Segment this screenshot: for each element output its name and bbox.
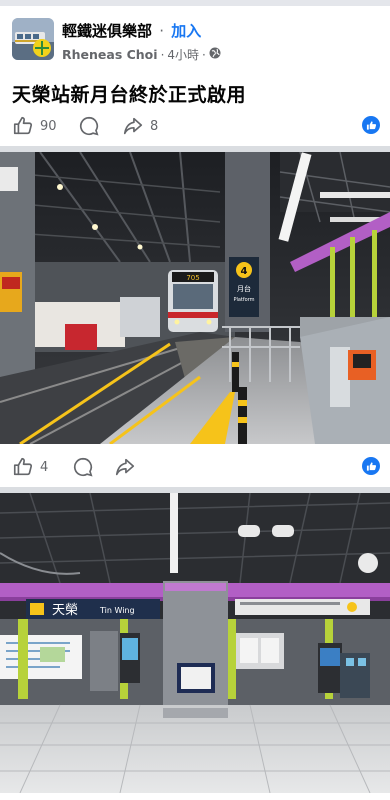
post-actions: 90 8 xyxy=(0,106,390,146)
reaction-like-icon[interactable] xyxy=(362,457,380,475)
like-count: 90 xyxy=(40,118,57,134)
group-name[interactable]: 輕鐵迷俱樂部 xyxy=(62,22,152,40)
tram-route-sign: 705 xyxy=(186,274,199,282)
post-photo-2[interactable]: 天榮 Tin Wing xyxy=(0,493,390,793)
share-icon xyxy=(114,456,136,478)
post-meta: Rheneas Choi · 4小時 · xyxy=(62,46,221,63)
like-action[interactable]: 90 xyxy=(12,106,57,146)
globe-icon xyxy=(209,47,221,62)
join-group-button[interactable]: 加入 xyxy=(171,22,201,40)
thumbs-up-icon xyxy=(12,456,34,478)
post-header: 輕鐵迷俱樂部 · 加入 Rheneas Choi · 4小時 · xyxy=(0,6,390,72)
photo-1-comment-action[interactable] xyxy=(72,447,94,487)
platform-number-sign: 4 xyxy=(241,266,248,277)
post-text: 天榮站新月台終於正式啟用 xyxy=(12,84,247,106)
comment-icon xyxy=(78,115,100,137)
comment-icon xyxy=(72,456,94,478)
group-title-line: 輕鐵迷俱樂部 · 加入 xyxy=(62,20,201,41)
author-name[interactable]: Rheneas Choi xyxy=(62,47,158,62)
separator-dot: · xyxy=(159,22,165,40)
platform-label-en: Platform xyxy=(233,297,254,303)
share-icon xyxy=(122,115,144,137)
station-name-cn: 天榮 xyxy=(52,603,78,618)
share-count: 8 xyxy=(150,118,159,134)
post-photo-1[interactable]: 705 4 月台 Platform xyxy=(0,152,390,444)
separator-dot-2: · xyxy=(202,47,206,62)
post-time[interactable]: 4小時 xyxy=(167,46,199,63)
reaction-like-icon[interactable] xyxy=(362,116,380,134)
comment-action[interactable] xyxy=(78,106,100,146)
share-action[interactable]: 8 xyxy=(122,106,158,146)
station-name-en: Tin Wing xyxy=(99,606,135,615)
photo-1-share-action[interactable] xyxy=(114,447,136,487)
platform-label-cn: 月台 xyxy=(237,284,251,293)
group-avatar[interactable] xyxy=(12,18,54,60)
thumbs-up-icon xyxy=(12,115,34,137)
photo-1-like-action[interactable]: 4 xyxy=(12,447,48,487)
photo-1-actions: 4 xyxy=(0,447,390,487)
photo-1-like-count: 4 xyxy=(40,459,49,475)
meta-separator: · xyxy=(160,47,165,62)
